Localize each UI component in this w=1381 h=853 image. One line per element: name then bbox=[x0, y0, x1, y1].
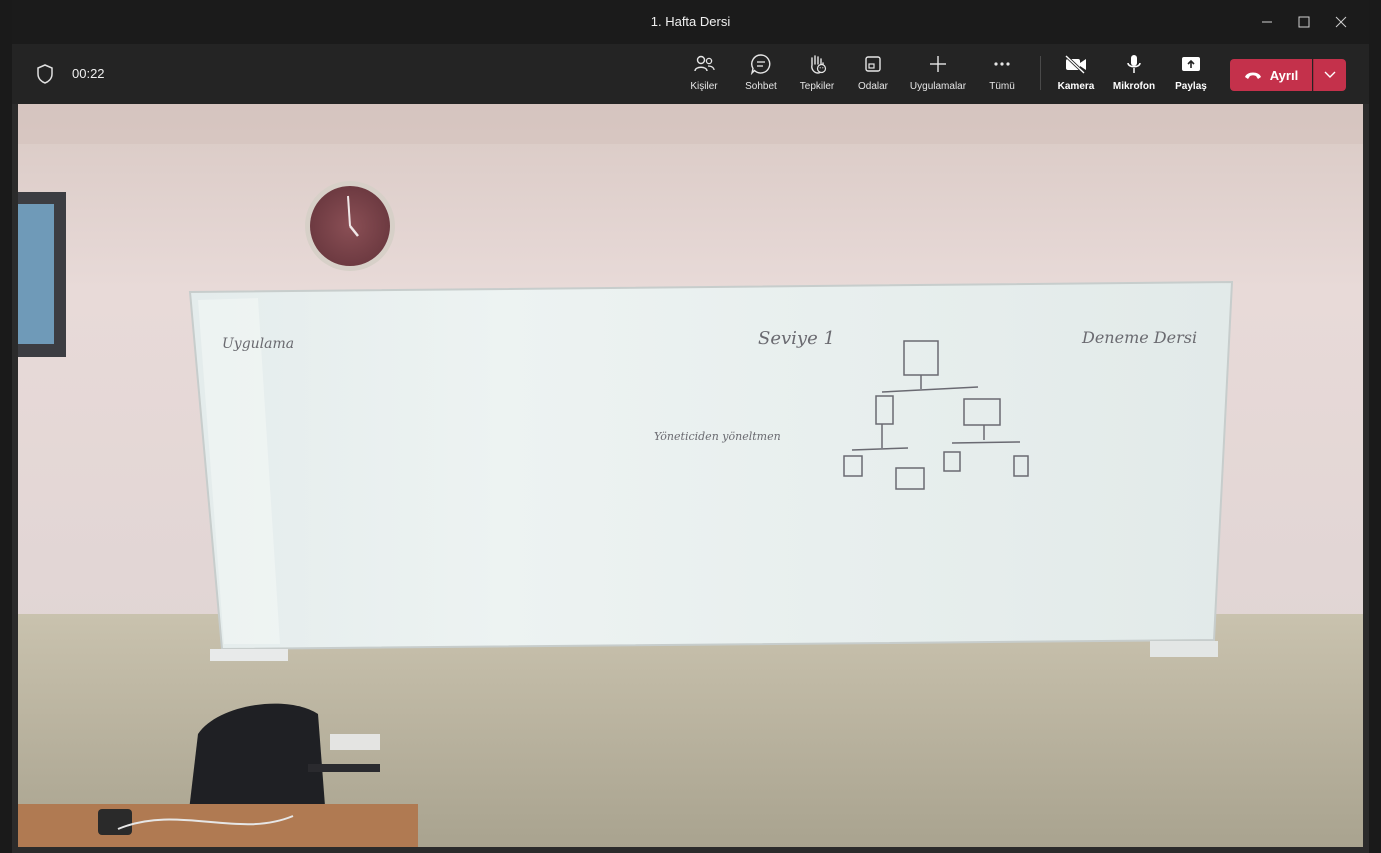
reactions-button[interactable]: Tepkiler bbox=[792, 52, 842, 98]
people-label: Kişiler bbox=[690, 81, 718, 92]
apps-button[interactable]: Uygulamalar bbox=[905, 52, 971, 98]
chat-button[interactable]: Sohbet bbox=[736, 52, 786, 98]
share-button[interactable]: Paylaş bbox=[1168, 52, 1214, 98]
hang-up-icon bbox=[1244, 68, 1262, 83]
share-screen-icon bbox=[1180, 52, 1202, 76]
whiteboard-text-center: Seviye 1 bbox=[758, 328, 835, 349]
close-icon[interactable] bbox=[1323, 10, 1359, 34]
apps-label: Uygulamalar bbox=[909, 81, 967, 92]
people-icon bbox=[693, 52, 715, 76]
rooms-label: Odalar bbox=[857, 81, 888, 92]
window-title: 1. Hafta Dersi bbox=[650, 14, 731, 29]
chat-icon bbox=[750, 52, 772, 76]
camera-off-icon bbox=[1064, 52, 1088, 76]
more-button[interactable]: Tümü bbox=[982, 52, 1022, 98]
microphone-button[interactable]: Mikrofon bbox=[1106, 52, 1162, 98]
classroom-video-frame bbox=[18, 104, 1363, 847]
plus-icon bbox=[928, 52, 948, 76]
chevron-down-icon bbox=[1324, 66, 1336, 84]
whiteboard-text-right: Deneme Dersi bbox=[1082, 328, 1198, 347]
camera-label: Kamera bbox=[1057, 81, 1095, 92]
rooms-button[interactable]: Odalar bbox=[848, 52, 898, 98]
whiteboard-text-left: Uygulama bbox=[222, 336, 295, 352]
chat-label: Sohbet bbox=[745, 81, 777, 92]
title-bar: 1. Hafta Dersi bbox=[12, 0, 1369, 44]
reactions-label: Tepkiler bbox=[799, 81, 835, 92]
toolbar-divider bbox=[1040, 56, 1041, 90]
meeting-timer: 00:22 bbox=[72, 66, 105, 81]
microphone-label: Mikrofon bbox=[1112, 81, 1156, 92]
raise-hand-icon bbox=[806, 52, 828, 76]
leave-button[interactable]: Ayrıl bbox=[1230, 59, 1312, 91]
meeting-toolbar: 00:22 Kişiler Sohbet Tepkiler Odalar Uyg… bbox=[12, 44, 1369, 104]
whiteboard-text-side: Yöneticiden yöneltmen bbox=[654, 430, 781, 443]
video-feed: Uygulama Seviye 1 Deneme Dersi Yöneticid… bbox=[18, 104, 1363, 847]
share-label: Paylaş bbox=[1175, 81, 1207, 92]
microphone-icon bbox=[1125, 52, 1143, 76]
people-button[interactable]: Kişiler bbox=[680, 52, 728, 98]
breakout-rooms-icon bbox=[863, 52, 883, 76]
more-dots-icon bbox=[992, 52, 1012, 76]
minimize-icon[interactable] bbox=[1249, 10, 1285, 34]
camera-button[interactable]: Kamera bbox=[1050, 52, 1102, 98]
leave-options-button[interactable] bbox=[1313, 59, 1346, 91]
shield-icon[interactable] bbox=[36, 64, 54, 89]
maximize-icon[interactable] bbox=[1286, 10, 1322, 34]
leave-label: Ayrıl bbox=[1269, 67, 1299, 83]
more-label: Tümü bbox=[989, 81, 1015, 92]
teams-meeting-window: 1. Hafta Dersi 00:22 Kişiler Sohbet Tepk… bbox=[12, 0, 1369, 853]
